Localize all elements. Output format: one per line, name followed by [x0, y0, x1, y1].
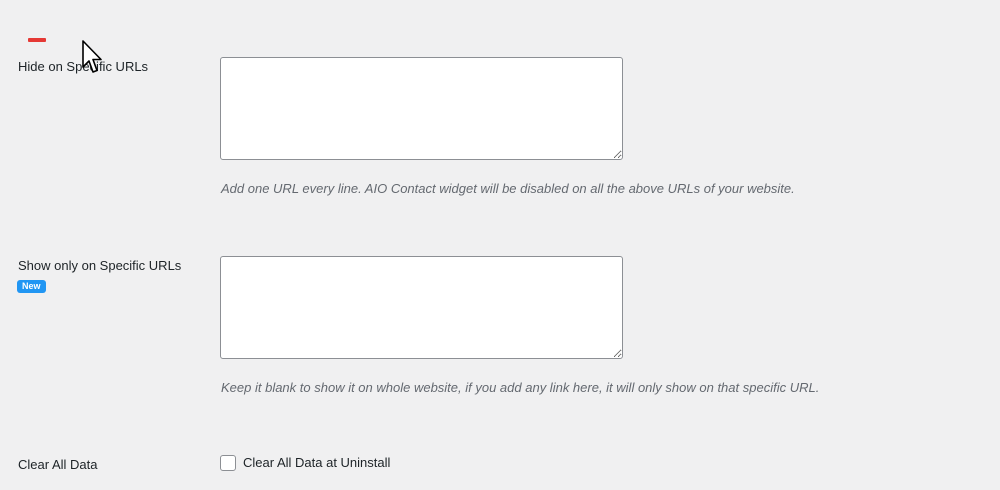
- settings-page: Hide on Specific URLs Add one URL every …: [0, 0, 1000, 490]
- clear-data-checkbox-label[interactable]: Clear All Data at Uninstall: [243, 455, 390, 471]
- show-urls-help-text: Keep it blank to show it on whole websit…: [221, 380, 820, 395]
- mouse-pointer-icon: [82, 40, 102, 73]
- new-badge: New: [17, 280, 46, 293]
- clear-data-checkbox-row[interactable]: Clear All Data at Uninstall: [220, 455, 390, 471]
- hide-urls-help-text: Add one URL every line. AIO Contact widg…: [221, 181, 795, 196]
- clear-data-label: Clear All Data: [18, 457, 98, 472]
- show-urls-textarea[interactable]: [220, 256, 623, 359]
- red-marker: [28, 38, 46, 42]
- hide-urls-textarea[interactable]: [220, 57, 623, 160]
- clear-data-checkbox[interactable]: [220, 455, 236, 471]
- show-urls-label: Show only on Specific URLs: [18, 258, 182, 273]
